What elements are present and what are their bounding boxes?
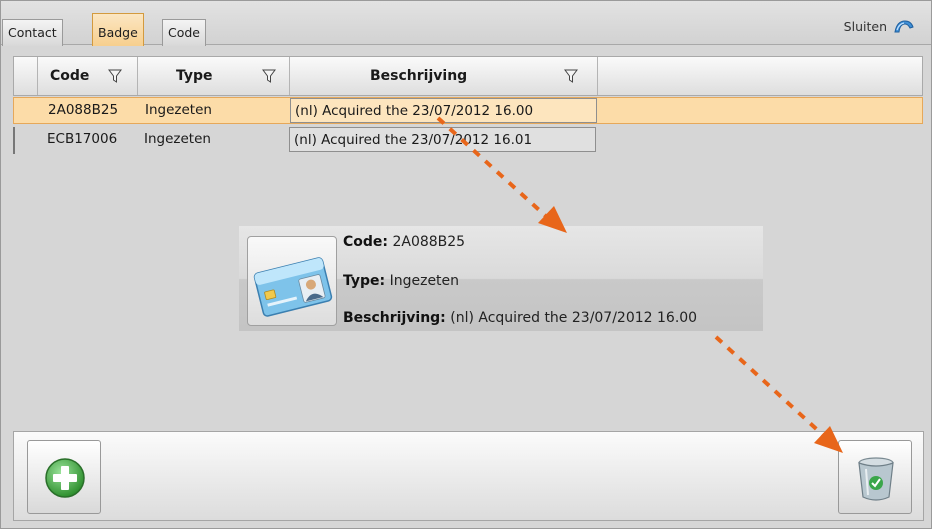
grid-header: Code Type Beschrijving: [13, 56, 923, 96]
tooltip-description-label: Beschrijving:: [343, 310, 446, 326]
column-header-code[interactable]: Code: [38, 57, 138, 95]
tooltip-description-line: Beschrijving: (nl) Acquired the 23/07/20…: [343, 310, 697, 326]
tooltip-code-value: 2A088B25: [392, 234, 466, 250]
cell-type: Ingezeten: [145, 102, 212, 118]
tab-contact[interactable]: Contact: [2, 19, 63, 46]
row-marker: [13, 127, 15, 154]
close-label: Sluiten: [843, 18, 887, 34]
cell-code: 2A088B25: [48, 102, 119, 118]
column-header-code-label: Code: [50, 68, 90, 84]
tooltip-description-value: (nl) Acquired the 23/07/2012 16.00: [450, 310, 698, 326]
add-plus-icon: [45, 458, 85, 498]
add-button[interactable]: [27, 440, 101, 514]
filter-icon[interactable]: [564, 68, 578, 84]
tooltip-code-label: Code:: [343, 234, 389, 250]
cell-description: (nl) Acquired the 23/07/2012 16.01: [289, 127, 596, 152]
badge-window: Contact Badge Code Sluiten Code Type Bes…: [0, 0, 932, 529]
delete-button[interactable]: [838, 440, 912, 514]
drag-preview-card: Code: 2A088B25 Type: Ingezeten Beschrijv…: [239, 226, 763, 331]
cell-type: Ingezeten: [144, 131, 211, 147]
badge-grid: Code Type Beschrijving 2A088B25 Ingezete…: [13, 56, 923, 159]
tab-badge[interactable]: Badge: [92, 13, 144, 46]
tab-bar: Contact Badge Code Sluiten: [1, 1, 931, 46]
column-header-description-label: Beschrijving: [370, 68, 468, 84]
close-button[interactable]: Sluiten: [844, 18, 915, 34]
bottom-toolbar: [13, 431, 924, 521]
header-spacer: [14, 57, 38, 95]
drag-path-line: [714, 335, 826, 438]
filter-icon[interactable]: [108, 68, 122, 84]
tooltip-type-value: Ingezeten: [389, 273, 460, 289]
column-header-type[interactable]: Type: [138, 57, 290, 95]
cell-code: ECB17006: [47, 131, 118, 147]
table-row[interactable]: 2A088B25 Ingezeten (nl) Acquired the 23/…: [13, 97, 923, 124]
cell-description: (nl) Acquired the 23/07/2012 16.00: [290, 98, 597, 123]
tab-code[interactable]: Code: [162, 19, 207, 46]
tooltip-type-line: Type: Ingezeten: [343, 273, 459, 289]
tooltip-code-line: Code: 2A088B25: [343, 234, 465, 250]
trash-bin-icon: [858, 457, 894, 501]
column-header-type-label: Type: [176, 68, 213, 84]
filter-icon[interactable]: [262, 68, 276, 84]
tooltip-type-label: Type:: [343, 273, 386, 289]
close-icon: [893, 18, 915, 34]
id-badge-card-icon: [247, 236, 337, 326]
column-header-description[interactable]: Beschrijving: [290, 57, 598, 95]
table-row[interactable]: ECB17006 Ingezeten (nl) Acquired the 23/…: [13, 127, 923, 154]
